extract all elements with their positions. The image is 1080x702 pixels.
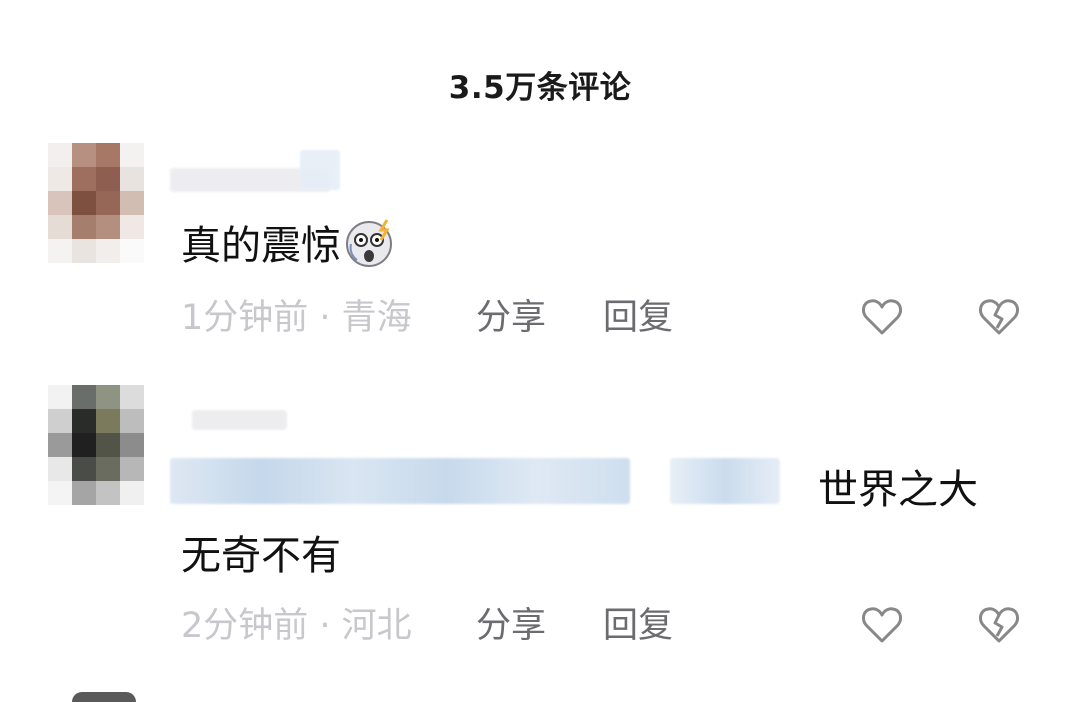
avatar[interactable]: [48, 143, 144, 263]
share-button[interactable]: 分享: [476, 296, 546, 340]
username-blurred[interactable]: [192, 410, 287, 430]
next-avatar-partial[interactable]: [72, 692, 136, 702]
like-heart-icon[interactable]: [859, 602, 905, 648]
mention-blurred-1[interactable]: [170, 458, 630, 504]
comment-meta: 1分钟前 · 青海: [181, 298, 412, 338]
dislike-broken-heart-icon[interactable]: [976, 602, 1022, 648]
comment-text-line1: 世界之大: [818, 467, 978, 513]
comment-text-content: 真的震惊: [181, 223, 341, 269]
dislike-broken-heart-icon[interactable]: [976, 294, 1022, 340]
reply-button[interactable]: 回复: [603, 604, 673, 648]
reply-button[interactable]: 回复: [603, 296, 673, 340]
share-button[interactable]: 分享: [476, 604, 546, 648]
comment-text-line2: 无奇不有: [181, 533, 341, 579]
like-heart-icon[interactable]: [859, 294, 905, 340]
comment-meta: 2分钟前 · 河北: [181, 606, 412, 646]
comment-count-title: 3.5万条评论: [448, 70, 632, 106]
mention-blurred-2[interactable]: [670, 458, 780, 504]
comment-text: 真的震惊: [181, 219, 399, 276]
avatar[interactable]: [48, 385, 144, 505]
shocked-face-emoji-icon: [343, 214, 399, 270]
username-blurred-tail: [300, 150, 340, 190]
